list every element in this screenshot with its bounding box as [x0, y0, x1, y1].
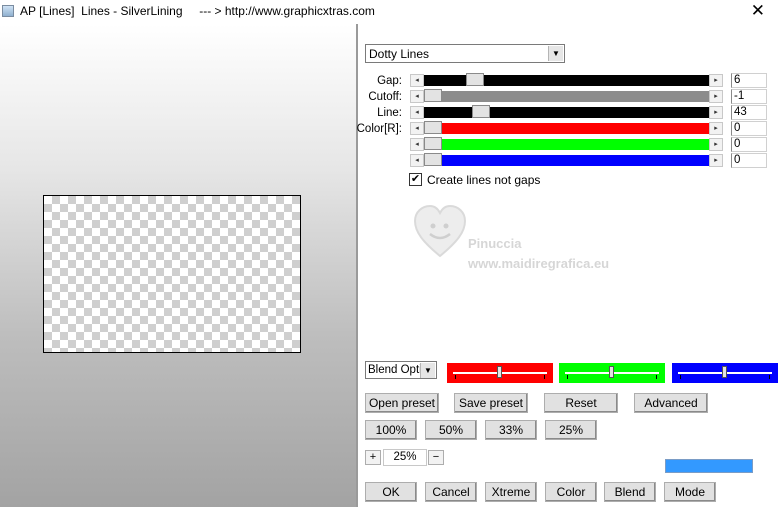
arrow-right-icon[interactable]: ▸ — [709, 138, 723, 151]
tick — [656, 375, 657, 379]
zoom-33-button[interactable]: 33% — [485, 420, 537, 440]
color-blue-slider[interactable]: ◂ ▸ — [410, 153, 723, 167]
blue-value-field[interactable]: 0 — [731, 153, 767, 168]
cutoff-label: Cutoff: — [368, 91, 402, 103]
color-button[interactable]: Color — [545, 482, 597, 502]
watermark-name: Pinuccia — [468, 236, 522, 251]
red-track[interactable] — [424, 123, 709, 134]
preview-pane — [0, 24, 356, 507]
cutoff-thumb[interactable] — [424, 89, 442, 102]
open-preset-button[interactable]: Open preset — [365, 393, 439, 413]
window-title: AP [Lines] Lines - SilverLining --- > ht… — [20, 4, 375, 18]
arrow-right-icon[interactable]: ▸ — [709, 90, 723, 103]
color-red-slider[interactable]: ◂ ▸ — [410, 121, 723, 135]
tick — [680, 375, 681, 379]
preset-dropdown[interactable]: Dotty Lines ▼ — [365, 44, 565, 63]
red-value-field[interactable]: 0 — [731, 121, 767, 136]
blend-blue-thumb[interactable] — [722, 366, 727, 378]
arrow-left-icon[interactable]: ◂ — [410, 74, 424, 87]
tick — [544, 375, 545, 379]
heart-logo-icon — [413, 204, 467, 258]
blend-red-slider[interactable] — [447, 363, 553, 383]
arrow-right-icon[interactable]: ▸ — [709, 106, 723, 119]
reset-button[interactable]: Reset — [544, 393, 618, 413]
line-slider[interactable]: ◂ ▸ — [410, 105, 723, 119]
preset-dropdown-value: Dotty Lines — [369, 47, 430, 61]
gap-value-field[interactable]: 6 — [731, 73, 767, 88]
tick — [455, 375, 456, 379]
gap-slider[interactable]: ◂ ▸ — [410, 73, 723, 87]
line-track[interactable] — [424, 107, 709, 118]
zoom-out-button[interactable]: − — [428, 450, 444, 465]
zoom-100-button[interactable]: 100% — [365, 420, 417, 440]
arrow-right-icon[interactable]: ▸ — [709, 74, 723, 87]
arrow-right-icon[interactable]: ▸ — [709, 122, 723, 135]
chevron-down-icon[interactable]: ▼ — [420, 363, 435, 378]
zoom-25-button[interactable]: 25% — [545, 420, 597, 440]
cutoff-track[interactable] — [424, 91, 709, 102]
arrow-left-icon[interactable]: ◂ — [410, 138, 424, 151]
save-preset-button[interactable]: Save preset — [454, 393, 528, 413]
arrow-right-icon[interactable]: ▸ — [709, 154, 723, 167]
xtreme-button[interactable]: Xtreme — [485, 482, 537, 502]
gap-label: Gap: — [377, 75, 402, 87]
arrow-left-icon[interactable]: ◂ — [410, 122, 424, 135]
green-thumb[interactable] — [424, 137, 442, 150]
cutoff-slider[interactable]: ◂ ▸ — [410, 89, 723, 103]
watermark: Pinuccia www.maidiregrafica.eu — [413, 204, 643, 284]
arrow-left-icon[interactable]: ◂ — [410, 106, 424, 119]
create-lines-checkbox[interactable]: ✔ — [409, 173, 422, 186]
gap-thumb[interactable] — [466, 73, 484, 86]
zoom-value-field[interactable]: 25% — [383, 449, 427, 466]
red-thumb[interactable] — [424, 121, 442, 134]
cutoff-value-field[interactable]: -1 — [731, 89, 767, 104]
zoom-50-button[interactable]: 50% — [425, 420, 477, 440]
arrow-left-icon[interactable]: ◂ — [410, 90, 424, 103]
blend-green-slider[interactable] — [559, 363, 665, 383]
green-track[interactable] — [424, 139, 709, 150]
blend-options-dropdown[interactable]: Blend Optio ▼ — [365, 361, 437, 379]
cancel-button[interactable]: Cancel — [425, 482, 477, 502]
title-bar: AP [Lines] Lines - SilverLining --- > ht… — [0, 0, 781, 24]
ok-button[interactable]: OK — [365, 482, 417, 502]
watermark-url: www.maidiregrafica.eu — [468, 256, 610, 271]
zoom-in-button[interactable]: + — [365, 450, 381, 465]
green-value-field[interactable]: 0 — [731, 137, 767, 152]
advanced-button[interactable]: Advanced — [634, 393, 708, 413]
blend-button[interactable]: Blend — [604, 482, 656, 502]
line-value-field[interactable]: 43 — [731, 105, 767, 120]
arrow-left-icon[interactable]: ◂ — [410, 154, 424, 167]
line-thumb[interactable] — [472, 105, 490, 118]
line-label: Line: — [377, 107, 402, 119]
controls-panel: Dotty Lines ▼ Gap: ◂ ▸ 6 Cutoff: ◂ ▸ -1 … — [357, 24, 781, 507]
preview-canvas[interactable] — [43, 195, 301, 353]
create-lines-label: Create lines not gaps — [427, 173, 541, 187]
color-swatch[interactable] — [665, 459, 753, 473]
blend-blue-slider[interactable] — [672, 363, 778, 383]
blend-green-thumb[interactable] — [609, 366, 614, 378]
blue-thumb[interactable] — [424, 153, 442, 166]
close-button[interactable]: ✕ — [751, 1, 765, 21]
app-icon — [2, 5, 14, 17]
color-green-slider[interactable]: ◂ ▸ — [410, 137, 723, 151]
blend-options-value: Blend Optio — [368, 364, 422, 376]
tick — [769, 375, 770, 379]
mode-button[interactable]: Mode — [664, 482, 716, 502]
blue-track[interactable] — [424, 155, 709, 166]
blend-red-thumb[interactable] — [497, 366, 502, 378]
color-r-label: Color[R]: — [356, 123, 402, 135]
tick — [567, 375, 568, 379]
chevron-down-icon[interactable]: ▼ — [548, 46, 563, 61]
